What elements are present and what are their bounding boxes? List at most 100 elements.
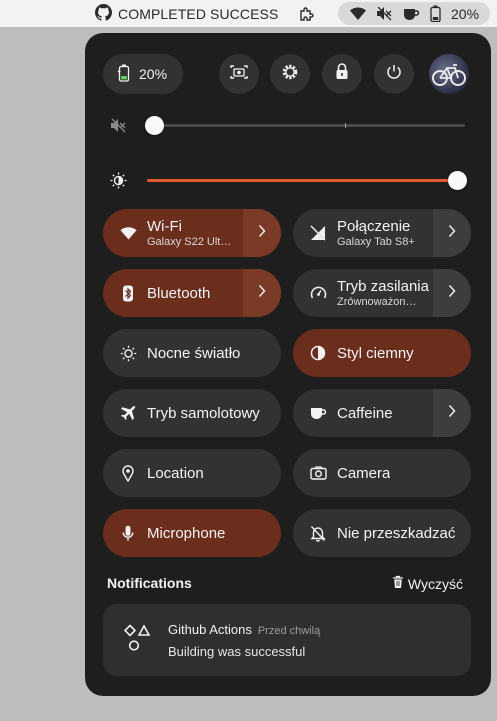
camera-icon bbox=[309, 464, 327, 482]
network-icon bbox=[309, 224, 327, 242]
tile-wifi-menu-button[interactable] bbox=[243, 209, 281, 257]
wifi-icon bbox=[119, 224, 137, 242]
shapes-icon bbox=[123, 624, 153, 654]
chevron-right-icon bbox=[258, 224, 266, 243]
tile-subtitle: Galaxy S22 Ult… bbox=[147, 236, 232, 248]
volume-slider-row bbox=[109, 115, 465, 135]
tile-title: Location bbox=[147, 464, 204, 482]
brightness-slider-handle[interactable] bbox=[448, 171, 467, 190]
tile-title: Nie przeszkadzać bbox=[337, 524, 456, 542]
tile-wifi-toggle[interactable]: Wi-Fi Galaxy S22 Ult… bbox=[103, 209, 243, 257]
tile-microphone-toggle[interactable]: Microphone bbox=[103, 509, 281, 557]
tile-location[interactable]: Location bbox=[103, 449, 281, 497]
volume-muted-icon[interactable] bbox=[109, 117, 127, 133]
tile-airplane-mode[interactable]: Tryb samolotowy bbox=[103, 389, 281, 437]
brightness-slider-fill bbox=[147, 179, 465, 182]
screenshot-icon bbox=[230, 64, 248, 85]
clear-notifications-button[interactable]: Wyczyść bbox=[392, 575, 463, 592]
volume-muted-icon bbox=[376, 6, 393, 21]
clear-label: Wyczyść bbox=[407, 575, 463, 592]
brightness-slider[interactable] bbox=[147, 171, 467, 190]
tile-caffeine-menu-button[interactable] bbox=[433, 389, 471, 437]
night-light-icon bbox=[119, 344, 137, 362]
volume-slider-mark bbox=[345, 123, 346, 128]
brightness-slider-row bbox=[109, 170, 467, 190]
tile-power-mode-toggle[interactable]: Tryb zasilania Zrównoważon… bbox=[293, 269, 433, 317]
tile-do-not-disturb-toggle[interactable]: Nie przeszkadzać bbox=[293, 509, 471, 557]
chevron-right-icon bbox=[448, 404, 456, 423]
tile-night-light[interactable]: Nocne światło bbox=[103, 329, 281, 377]
tile-location-toggle[interactable]: Location bbox=[103, 449, 281, 497]
tile-title: Styl ciemny bbox=[337, 344, 414, 362]
volume-slider-handle[interactable] bbox=[145, 116, 164, 135]
tile-camera-toggle[interactable]: Camera bbox=[293, 449, 471, 497]
tile-title: Tryb zasilania bbox=[337, 278, 429, 295]
user-avatar[interactable] bbox=[429, 54, 469, 94]
tile-subtitle: Zrównoważon… bbox=[337, 296, 417, 308]
tile-title: Microphone bbox=[147, 524, 226, 542]
status-label: COMPLETED SUCCESS bbox=[118, 5, 279, 22]
tile-title: Połączenie bbox=[337, 218, 411, 235]
extension-icon[interactable] bbox=[298, 0, 316, 27]
coffee-icon bbox=[403, 7, 420, 21]
settings-button[interactable] bbox=[270, 54, 310, 94]
dark-style-icon bbox=[309, 344, 327, 362]
volume-slider[interactable] bbox=[145, 116, 465, 135]
notification-body: Building was successful bbox=[168, 644, 306, 659]
tile-subtitle: Galaxy Tab S8+ bbox=[337, 236, 415, 248]
tile-title: Tryb samolotowy bbox=[147, 404, 260, 422]
top-bar: COMPLETED SUCCESS 20% bbox=[0, 0, 497, 27]
wifi-icon bbox=[350, 7, 366, 21]
brightness-icon bbox=[109, 172, 127, 188]
notification-header: Github Actions Przed chwilą bbox=[168, 622, 320, 637]
tile-title: Camera bbox=[337, 464, 391, 482]
lock-icon bbox=[335, 63, 349, 85]
tile-caffeine-toggle[interactable]: Caffeine bbox=[293, 389, 433, 437]
screenshot-button[interactable] bbox=[219, 54, 259, 94]
lock-button[interactable] bbox=[322, 54, 362, 94]
chevron-right-icon bbox=[258, 284, 266, 303]
tile-power-mode[interactable]: Tryb zasilania Zrównoważon… bbox=[293, 269, 471, 317]
tile-title: Bluetooth bbox=[147, 284, 211, 302]
tile-bluetooth[interactable]: Bluetooth bbox=[103, 269, 281, 317]
battery-status-button[interactable]: 20% bbox=[103, 54, 183, 94]
tile-network-toggle[interactable]: Połączenie Galaxy Tab S8+ bbox=[293, 209, 433, 257]
panel-battery-percent: 20% bbox=[139, 66, 168, 82]
tile-microphone[interactable]: Microphone bbox=[103, 509, 281, 557]
tile-airplane-mode-toggle[interactable]: Tryb samolotowy bbox=[103, 389, 281, 437]
notification-card[interactable]: Github Actions Przed chwilą Building was … bbox=[103, 604, 471, 676]
github-status-indicator[interactable]: COMPLETED SUCCESS bbox=[95, 0, 278, 27]
trash-icon bbox=[392, 575, 404, 592]
tile-bluetooth-toggle[interactable]: Bluetooth bbox=[103, 269, 243, 317]
tile-camera[interactable]: Camera bbox=[293, 449, 471, 497]
notifications-heading: Notifications bbox=[107, 575, 192, 591]
tile-title: Caffeine bbox=[337, 404, 393, 422]
bell-off-icon bbox=[309, 524, 327, 542]
notification-app-name: Github Actions bbox=[168, 622, 252, 637]
tile-do-not-disturb[interactable]: Nie przeszkadzać bbox=[293, 509, 471, 557]
coffee-icon bbox=[309, 404, 327, 422]
tile-night-light-toggle[interactable]: Nocne światło bbox=[103, 329, 281, 377]
bicycle-icon bbox=[432, 64, 466, 86]
tile-dark-style-toggle[interactable]: Styl ciemny bbox=[293, 329, 471, 377]
chevron-right-icon bbox=[448, 224, 456, 243]
tile-wifi[interactable]: Wi-Fi Galaxy S22 Ult… bbox=[103, 209, 281, 257]
tile-bluetooth-menu-button[interactable] bbox=[243, 269, 281, 317]
tile-network[interactable]: Połączenie Galaxy Tab S8+ bbox=[293, 209, 471, 257]
tile-network-menu-button[interactable] bbox=[433, 209, 471, 257]
tile-power-mode-menu-button[interactable] bbox=[433, 269, 471, 317]
system-menu-button[interactable]: 20% bbox=[338, 2, 490, 25]
quick-settings-panel: 20% Wi-Fi Galaxy S22 Ult… Połączenie Gal… bbox=[85, 33, 491, 696]
power-mode-icon bbox=[309, 284, 327, 302]
microphone-icon bbox=[119, 524, 137, 542]
tile-dark-style[interactable]: Styl ciemny bbox=[293, 329, 471, 377]
power-icon bbox=[386, 64, 402, 85]
gear-icon bbox=[281, 63, 299, 86]
tile-caffeine[interactable]: Caffeine bbox=[293, 389, 471, 437]
power-button[interactable] bbox=[374, 54, 414, 94]
location-icon bbox=[119, 464, 137, 482]
tile-title: Nocne światło bbox=[147, 344, 241, 362]
airplane-icon bbox=[119, 404, 137, 422]
battery-icon bbox=[430, 5, 441, 22]
chevron-right-icon bbox=[448, 284, 456, 303]
